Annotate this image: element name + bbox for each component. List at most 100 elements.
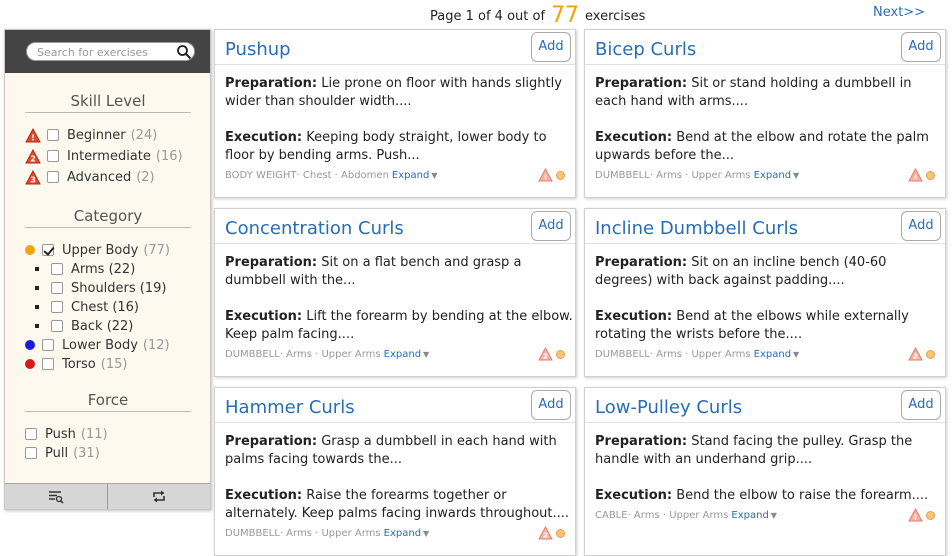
expand-link[interactable]: Expand xyxy=(754,349,791,360)
arms-checkbox[interactable] xyxy=(51,263,63,275)
card-indicators: 2 xyxy=(538,526,565,540)
category-filter-torso[interactable]: Torso (15) xyxy=(25,355,127,373)
upper-body-label: Upper Body xyxy=(62,242,139,258)
exercise-card: Hammer Curls Add Preparation: Grasp a dumb… xyxy=(214,387,576,556)
upper-body-count: (77) xyxy=(143,242,170,258)
warning-2-icon: 2 xyxy=(538,526,553,540)
preparation-text: Preparation: Grasp a dumbbell in each ha… xyxy=(225,433,573,469)
svg-text:3: 3 xyxy=(30,175,36,184)
svg-text:2: 2 xyxy=(30,154,36,163)
category-filter-lower-body[interactable]: Lower Body (12) xyxy=(25,336,170,354)
page-info-prefix: Page 1 of 4 out of xyxy=(430,9,546,24)
push-label: Push xyxy=(45,426,76,442)
expand-link[interactable]: Expand xyxy=(392,170,429,181)
chevron-down-icon[interactable]: ▼ xyxy=(423,350,429,359)
search-input[interactable] xyxy=(37,45,172,59)
exercise-meta: DUMBBELL· Arms · Upper Arms Expand ▼ xyxy=(595,170,799,181)
chest-checkbox[interactable] xyxy=(51,301,63,313)
add-exercise-button[interactable]: Add xyxy=(901,211,941,241)
divider xyxy=(585,243,945,244)
page-info-suffix: exercises xyxy=(585,9,646,24)
expand-link[interactable]: Expand xyxy=(731,510,768,521)
equipment-muscles: DUMBBELL· Arms · Upper Arms xyxy=(225,349,381,360)
warning-2-icon: 2 xyxy=(908,347,923,361)
exercise-title[interactable]: Pushup xyxy=(225,39,291,60)
divider xyxy=(215,422,575,423)
skill-filter-advanced[interactable]: 3 Advanced (2) xyxy=(25,168,155,186)
intermediate-checkbox[interactable] xyxy=(47,150,59,162)
skill-filter-beginner[interactable]: ! Beginner (24) xyxy=(25,126,157,144)
search-icon[interactable] xyxy=(176,44,192,60)
category-filter-shoulders[interactable]: Shoulders (19) xyxy=(25,279,166,297)
add-exercise-button[interactable]: Add xyxy=(901,390,941,420)
torso-checkbox[interactable] xyxy=(42,358,54,370)
category-filter-back[interactable]: Back (22) xyxy=(25,317,133,335)
pull-count: (31) xyxy=(73,445,100,461)
exercise-card: Concentration Curls Add Preparation: Sit o… xyxy=(214,208,576,377)
skill-level-heading: Skill Level xyxy=(25,92,191,113)
exercise-meta: BODY WEIGHT· Chest · Abdomen Expand ▼ xyxy=(225,170,437,181)
warning-2-icon: 2 xyxy=(538,347,553,361)
add-exercise-button[interactable]: Add xyxy=(531,211,571,241)
exercise-count: 77 xyxy=(551,3,580,28)
execution-label: Execution: xyxy=(225,488,303,503)
force-filter-pull[interactable]: Pull (31) xyxy=(25,444,100,462)
svg-text:2: 2 xyxy=(913,352,918,361)
card-indicators: ! xyxy=(908,168,935,182)
exercise-card: Bicep Curls Add Preparation: Sit or stand … xyxy=(584,29,946,198)
svg-text:!: ! xyxy=(914,513,917,522)
card-indicators: 2 xyxy=(538,347,565,361)
skill-filter-intermediate[interactable]: 2 Intermediate (16) xyxy=(25,147,183,165)
warning-1-icon: ! xyxy=(538,168,553,182)
execution-label: Execution: xyxy=(595,309,673,324)
equipment-muscles: DUMBBELL· Arms · Upper Arms xyxy=(225,528,381,539)
upper-body-color-dot xyxy=(25,245,35,255)
chevron-down-icon[interactable]: ▼ xyxy=(431,171,437,180)
chevron-down-icon[interactable]: ▼ xyxy=(793,350,799,359)
exercise-meta: DUMBBELL· Arms · Upper Arms Expand ▼ xyxy=(595,349,799,360)
add-exercise-button[interactable]: Add xyxy=(901,32,941,62)
lower-body-label: Lower Body xyxy=(62,337,138,353)
preparation-text: Preparation: Sit or stand holding a dumb… xyxy=(595,75,943,111)
shoulders-label: Shoulders (19) xyxy=(71,280,167,296)
chevron-down-icon[interactable]: ▼ xyxy=(423,529,429,538)
beginner-checkbox[interactable] xyxy=(47,129,59,141)
lower-body-color-dot xyxy=(25,340,35,350)
exercise-title[interactable]: Low-Pulley Curls xyxy=(595,397,742,418)
chevron-down-icon[interactable]: ▼ xyxy=(771,511,777,520)
exercise-title[interactable]: Bicep Curls xyxy=(595,39,696,60)
exercise-title[interactable]: Hammer Curls xyxy=(225,397,355,418)
expand-link[interactable]: Expand xyxy=(754,170,791,181)
lower-body-checkbox[interactable] xyxy=(42,339,54,351)
category-filter-arms[interactable]: Arms (22) xyxy=(25,260,135,278)
expand-link[interactable]: Expand xyxy=(384,528,421,539)
svg-text:!: ! xyxy=(544,173,547,182)
exercise-title[interactable]: Concentration Curls xyxy=(225,218,404,239)
exercise-title[interactable]: Incline Dumbbell Curls xyxy=(595,218,798,239)
push-checkbox[interactable] xyxy=(25,428,37,440)
lower-body-count: (12) xyxy=(142,337,170,353)
torso-color-dot xyxy=(25,359,35,369)
execution-text: Execution: Bend at the elbow and rotate … xyxy=(595,129,943,165)
chevron-down-icon[interactable]: ▼ xyxy=(793,171,799,180)
add-exercise-button[interactable]: Add xyxy=(531,390,571,420)
next-page-link[interactable]: Next>> xyxy=(873,5,925,20)
pull-checkbox[interactable] xyxy=(25,447,37,459)
list-view-button[interactable] xyxy=(5,484,108,509)
execution-text: Execution: Bend the elbow to raise the f… xyxy=(595,487,943,505)
bullet xyxy=(35,286,39,290)
upper-body-checkbox[interactable] xyxy=(42,244,54,256)
advanced-checkbox[interactable] xyxy=(47,171,59,183)
pagination-bar: Page 1 of 4 out of 77 exercises Next>> xyxy=(0,0,952,28)
execution-text: Execution: Lift the forearm by bending a… xyxy=(225,308,573,344)
category-dot-icon xyxy=(556,528,565,538)
category-filter-upper-body[interactable]: Upper Body (77) xyxy=(25,241,170,259)
card-indicators: ! xyxy=(538,168,565,182)
shoulders-checkbox[interactable] xyxy=(51,282,63,294)
back-checkbox[interactable] xyxy=(51,320,63,332)
category-filter-chest[interactable]: Chest (16) xyxy=(25,298,139,316)
repeat-button[interactable] xyxy=(108,484,210,509)
expand-link[interactable]: Expand xyxy=(384,349,421,360)
force-filter-push[interactable]: Push (11) xyxy=(25,425,108,443)
add-exercise-button[interactable]: Add xyxy=(531,32,571,62)
